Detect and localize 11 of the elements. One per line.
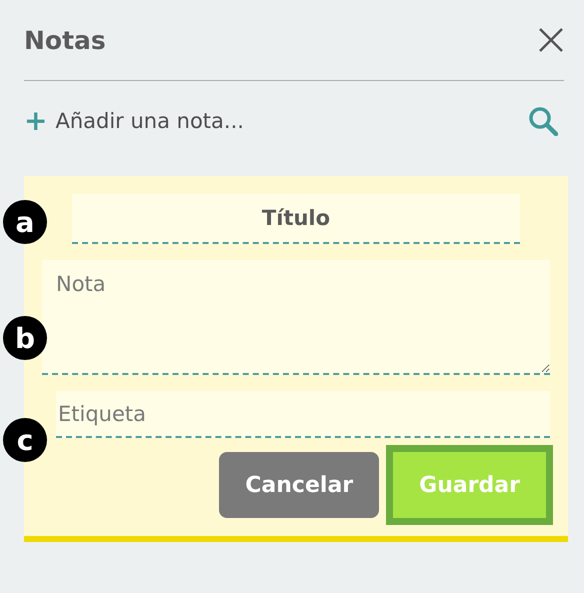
tag-field[interactable]: Etiqueta (56, 391, 550, 438)
note-field[interactable]: Nota (42, 260, 550, 376)
panel-title: Notas (24, 26, 106, 54)
marker-badge: b (3, 316, 47, 360)
close-icon[interactable] (538, 27, 564, 53)
marker-badge: c (3, 418, 47, 462)
marker-badge: a (3, 200, 47, 244)
title-field[interactable]: Título (72, 194, 520, 244)
search-icon[interactable] (528, 106, 558, 136)
add-note-button[interactable]: + Añadir una nota... (24, 107, 244, 135)
cancel-button[interactable]: Cancelar (219, 452, 380, 518)
